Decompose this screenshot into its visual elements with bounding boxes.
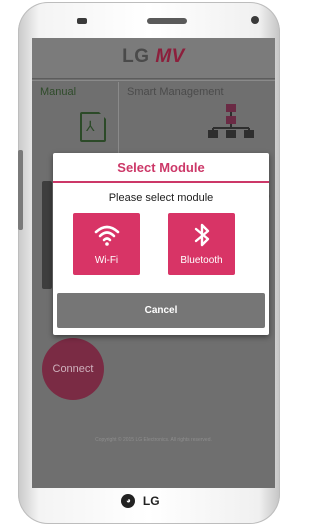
device-logo-text: LG bbox=[142, 493, 160, 508]
app-header: LG MV bbox=[32, 38, 275, 79]
bluetooth-label: Bluetooth bbox=[180, 255, 223, 266]
dialog-title-divider bbox=[53, 181, 269, 183]
select-module-dialog: Select Module Please select module Wi-Fi… bbox=[53, 153, 269, 335]
pdf-icon[interactable]: ⅄ bbox=[80, 112, 106, 142]
cancel-button[interactable]: Cancel bbox=[57, 293, 265, 328]
wifi-button[interactable]: Wi-Fi bbox=[73, 213, 140, 275]
menu-manual-label[interactable]: Manual bbox=[40, 86, 76, 98]
wifi-icon bbox=[94, 225, 120, 246]
dialog-title: Select Module bbox=[117, 160, 205, 175]
logo-lg-text: LG bbox=[122, 46, 150, 67]
dialog-message: Please select module bbox=[108, 192, 214, 204]
divider bbox=[32, 80, 275, 81]
menu-divider bbox=[118, 82, 119, 156]
logo-mv-text: MV bbox=[155, 46, 185, 67]
connect-button[interactable]: Connect bbox=[42, 338, 104, 400]
network-tree-icon[interactable] bbox=[208, 104, 254, 138]
bluetooth-button[interactable]: Bluetooth bbox=[168, 213, 235, 275]
pdf-glyph-icon: ⅄ bbox=[86, 118, 95, 134]
side-button bbox=[18, 150, 23, 230]
bluetooth-icon bbox=[194, 223, 210, 247]
copyright-text: Copyright © 2015 LG Electronics. All rig… bbox=[95, 437, 212, 443]
device-brand-logo: ◕ LG bbox=[0, 492, 281, 510]
sensor bbox=[251, 16, 259, 24]
front-camera bbox=[77, 18, 87, 24]
lg-face-icon: ◕ bbox=[121, 493, 136, 508]
menu-smart-management-label[interactable]: Smart Management bbox=[127, 86, 224, 98]
app-logo: LG MV bbox=[32, 46, 275, 68]
left-side-bar bbox=[42, 181, 52, 289]
earpiece-speaker bbox=[147, 18, 187, 24]
wifi-label: Wi-Fi bbox=[94, 255, 119, 266]
